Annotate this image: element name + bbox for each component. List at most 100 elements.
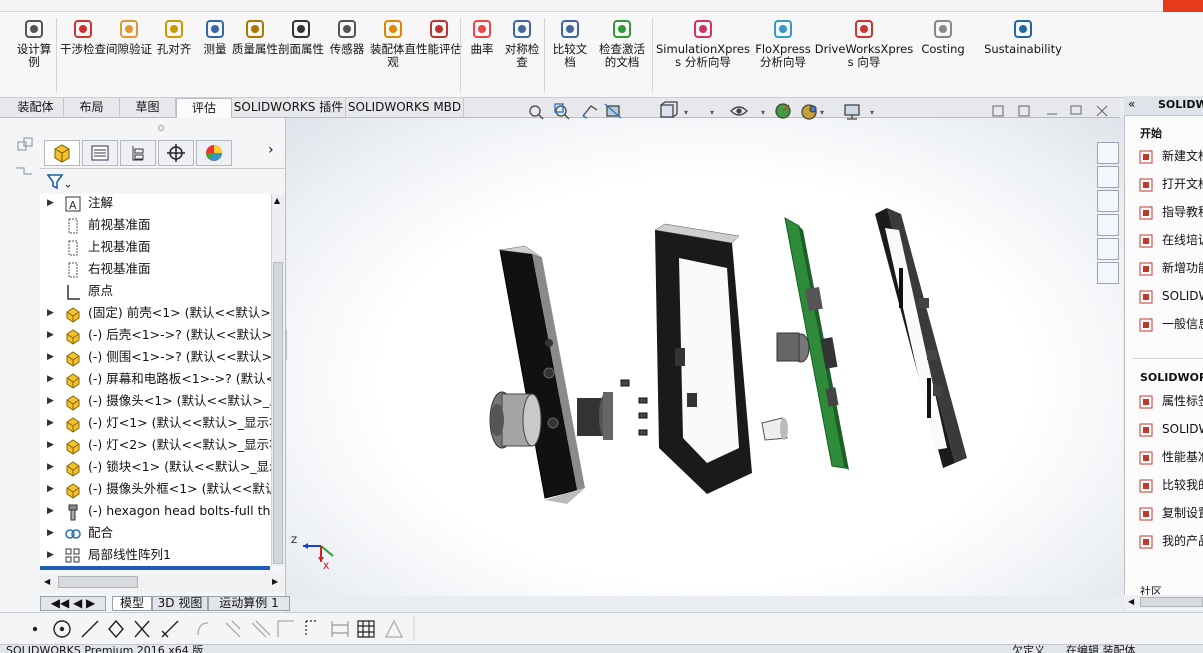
floxpress-button[interactable]: FloXpress 分析向导 [752,18,814,69]
scroll-up-icon[interactable]: ▲ [274,196,280,205]
tab-nav-arrows[interactable]: ◀◀ ◀ ▶ ▶▶ [40,596,106,623]
sustainability-button[interactable]: Sustainability [984,18,1062,56]
expand-arrow-icon[interactable]: ▶ [47,435,55,455]
file-explorer-icon[interactable] [1097,190,1119,212]
tree-item[interactable]: ▶ (-) 锁块<1> (默认<<默认>_显示 [40,457,272,479]
configurationmanager-tab[interactable] [120,140,156,166]
tree-item[interactable]: 上视基准面 [40,237,272,259]
expand-arrow-icon[interactable]: ▶ [47,479,55,499]
assembly-visualization-button[interactable]: 装配体直观 [370,18,416,69]
measure-button[interactable]: 测量 [196,18,234,56]
view-palette-icon[interactable] [1097,214,1119,236]
tree-item[interactable]: ▶ 配合 [40,523,272,545]
curvature-button[interactable]: 曲率 [464,18,500,56]
expand-arrow-icon[interactable]: ▶ [47,457,55,477]
task-pane-link[interactable]: 性能基准 [1138,447,1203,469]
tab-3[interactable]: 评估 [176,98,232,119]
featuremanager-tab[interactable] [44,140,80,166]
bottom-tab-2[interactable]: 运动算例 1 [208,596,290,611]
section-properties-button[interactable]: 剖面属性 [278,18,324,56]
expand-arrow-icon[interactable]: ▶ [47,194,55,213]
expand-arrow-icon[interactable]: ▶ [47,523,55,543]
task-pane-link-label: 性能基准 [1162,450,1203,464]
centerline-icon [305,620,316,637]
bottom-tab-0[interactable]: 模型 [112,596,152,611]
performance-evaluation-button[interactable]: 性能评估 [416,18,462,56]
expand-arrow-icon[interactable]: ▶ [47,325,55,345]
tree-item[interactable]: ▶ (-) 摄像头<1> (默认<<默认>_显示 [40,391,272,413]
chevron-right-icon[interactable]: › [268,142,274,158]
tree-item[interactable]: ▶ 局部线性阵列1 [40,545,272,566]
filter-icon[interactable] [46,173,72,191]
task-pane-link[interactable]: 我的产品 [1138,531,1203,553]
task-pane-link[interactable]: 一般信息 [1138,314,1203,336]
simulationxpress-button[interactable]: SimulationXpress 分析向导 [656,18,750,69]
tree-item[interactable]: 前视基准面 [40,215,272,237]
tree-item-label: (固定) 前壳<1> (默认<<默认>_显 [88,305,272,320]
task-pane-link[interactable]: 比较我的 [1138,475,1203,497]
task-pane-link[interactable]: 属性标签 [1138,391,1203,413]
expand-arrow-icon[interactable]: ▶ [47,545,55,565]
graphics-viewport[interactable]: Z X [287,118,1123,596]
task-pane-link[interactable]: 在线培训 [1138,230,1203,252]
custom-properties-icon[interactable] [1097,262,1119,284]
task-pane-link[interactable]: SOLIDWORKS [1138,419,1203,441]
expand-arrow-icon[interactable]: ▶ [47,347,55,367]
expand-arrow-icon[interactable]: ▶ [47,413,55,433]
task-pane-link[interactable]: SOLIDWORKS [1138,286,1203,308]
expand-arrow-icon[interactable]: ▶ [47,303,55,323]
tree-item[interactable]: 右视基准面 [40,259,272,281]
tree-item[interactable]: ▶ (-) 灯<1> (默认<<默认>_显示状 [40,413,272,435]
tree-item[interactable]: ▶ (-) 侧围<1>->? (默认<<默认>_显 [40,347,272,369]
display-manager-tab[interactable] [196,140,232,166]
sensor-button[interactable]: 传感器 [324,18,370,56]
horizontal-scroll-thumb[interactable] [1140,597,1203,607]
tree-item[interactable]: ▶ (-) hexagon head bolts-full thre [40,501,272,523]
task-pane-link[interactable]: 打开文档 [1138,174,1203,196]
rollback-bar[interactable] [40,566,270,570]
tree-item[interactable]: ▶ (-) 后壳<1>->? (默认<<默认>_显 [40,325,272,347]
costing-button[interactable]: Costing [918,18,968,56]
scroll-left-icon[interactable]: ◀ [1128,597,1134,606]
check-active-document-button[interactable]: 检查激活的文档 [594,18,650,69]
design-library-icon[interactable] [1097,166,1119,188]
propertymanager-tab[interactable] [82,140,118,166]
compare-documents-button[interactable]: 比较文档 [548,18,592,69]
clearance-verification-button[interactable]: 间隙验证 [106,18,152,56]
symmetry-check-button[interactable]: 对称检查 [500,18,544,69]
tab-2[interactable]: 草图 [120,98,176,118]
scroll-left-icon[interactable]: ◀ [44,577,50,586]
interference-check-button[interactable]: 干涉检查 [60,18,106,56]
expand-arrow-icon[interactable]: ▶ [47,391,55,411]
tree-item[interactable]: ▶ (-) 屏幕和电路板<1>->? (默认<< [40,369,272,391]
driveworksxpress-button[interactable]: DriveWorksXpress 向导 [812,18,916,69]
dimxpert-tab[interactable] [158,140,194,166]
expand-arrow-icon[interactable]: ▶ [47,369,55,389]
tree-item[interactable]: ▶ (固定) 前壳<1> (默认<<默认>_显 [40,303,272,325]
horizontal-scroll-thumb[interactable] [58,576,138,588]
task-pane-link[interactable]: 新建文档 [1138,146,1203,168]
tree-scroll-thumb[interactable] [273,262,283,564]
tab-1[interactable]: 布局 [64,98,120,118]
design-study-button[interactable]: 设计算例 [12,18,56,69]
tree-item[interactable]: ▶ A 注解 [40,194,272,215]
tree-horizontal-scrollbar[interactable]: ◀ ▶ [40,574,285,592]
task-pane-link[interactable]: 指导教程 [1138,202,1203,224]
appearances-icon[interactable] [1097,238,1119,260]
task-pane-link[interactable]: 新增功能 [1138,258,1203,280]
task-pane-scrollbar[interactable]: ◀ [1124,595,1203,609]
mass-properties-button[interactable]: 质量属性 [232,18,278,56]
tree-item[interactable]: ▶ (-) 灯<2> (默认<<默认>_显示状 [40,435,272,457]
scroll-right-icon[interactable]: ▶ [272,577,278,586]
expand-arrow-icon[interactable]: ▶ [47,501,55,521]
hole-alignment-button[interactable]: 孔对齐 [152,18,196,56]
bottom-tab-1[interactable]: 3D 视图 [152,596,208,611]
collapse-icon[interactable]: « [1128,97,1135,111]
tab-0[interactable]: 装配体 [8,98,64,118]
panel-grip-icon[interactable] [158,125,164,131]
task-pane-link[interactable]: 复制设置 [1138,503,1203,525]
home-icon[interactable] [1097,142,1119,164]
exploded-assembly-model[interactable] [287,118,1123,596]
tree-item[interactable]: ▶ (-) 摄像头外框<1> (默认<<默认> [40,479,272,501]
tree-item[interactable]: 原点 [40,281,272,303]
